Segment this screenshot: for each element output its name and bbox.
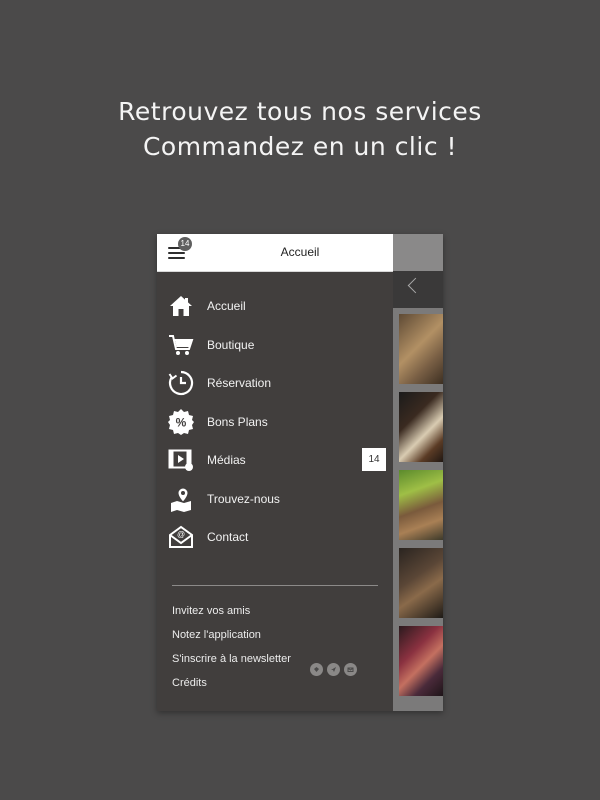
- video-icon: [167, 447, 195, 473]
- rate-app-link[interactable]: Notez l'application: [172, 623, 382, 647]
- menu-item-label: Contact: [207, 530, 249, 544]
- envelope-icon: @: [167, 524, 195, 550]
- clock-icon: [167, 370, 195, 396]
- menu-item-label: Accueil: [207, 299, 246, 313]
- thumbnail-image[interactable]: [399, 626, 443, 696]
- content-preview-strip: [393, 234, 443, 711]
- footer-links: Invitez vos amis Notez l'application S'i…: [172, 599, 382, 695]
- social-icon-3[interactable]: [344, 663, 357, 676]
- cart-icon: [167, 332, 195, 358]
- svg-text:@: @: [177, 530, 185, 539]
- thumbnail-image[interactable]: [399, 548, 443, 618]
- page-title: Accueil: [280, 245, 320, 259]
- home-icon: [167, 293, 195, 319]
- promo-headline: Retrouvez tous nos services Commandez en…: [0, 94, 600, 164]
- menu-item-bons-plans[interactable]: % Bons Plans: [157, 403, 393, 442]
- count-badge: 14: [362, 448, 386, 471]
- app-top-bar: 14 Accueil: [157, 234, 393, 272]
- menu-item-label: Trouvez-nous: [207, 491, 280, 506]
- menu-item-contact[interactable]: @ Contact: [157, 518, 393, 557]
- menu-item-label: Réservation: [207, 376, 272, 390]
- menu-item-label: Médias: [207, 453, 246, 467]
- svg-text:%: %: [176, 415, 187, 429]
- menu-divider: [172, 585, 378, 586]
- invite-friends-link[interactable]: Invitez vos amis: [172, 599, 382, 623]
- menu-item-trouvez-nous[interactable]: Trouvez-nous: [157, 480, 393, 519]
- social-icons: [310, 663, 357, 676]
- menu-item-medias[interactable]: Médias 14: [157, 441, 393, 480]
- social-icon-2[interactable]: [327, 663, 340, 676]
- menu-item-label: Boutique: [207, 337, 255, 352]
- menu-item-boutique[interactable]: Boutique: [157, 326, 393, 365]
- social-icon-1[interactable]: [310, 663, 323, 676]
- headline-line-2: Commandez en un clic !: [142, 132, 458, 161]
- thumbnail-image[interactable]: [399, 470, 443, 540]
- discount-badge-icon: %: [167, 408, 195, 435]
- menu-item-reservation[interactable]: Réservation: [157, 364, 393, 403]
- headline-line-1: Retrouvez tous nos services: [118, 97, 482, 126]
- thumbnail-image[interactable]: [399, 392, 443, 462]
- menu-item-label: Bons Plans: [207, 414, 268, 429]
- drawer-menu: Accueil Boutique Réservation % Bons Plan…: [157, 287, 393, 557]
- menu-item-accueil[interactable]: Accueil: [157, 287, 393, 326]
- thumbnail-image[interactable]: [399, 314, 443, 384]
- map-pin-icon: [167, 486, 195, 512]
- phone-screen: 14 Accueil Accueil Boutique Réservation …: [157, 234, 443, 711]
